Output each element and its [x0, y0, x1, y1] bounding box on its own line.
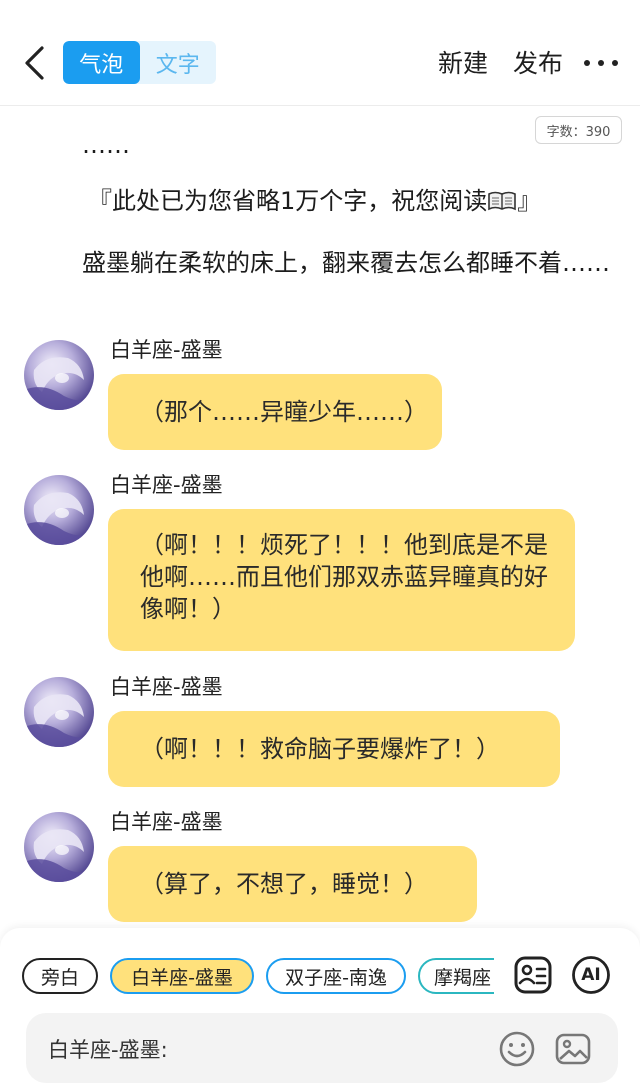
chat-message[interactable]: 白羊座-盛墨 （啊！！！救命脑子要爆炸了！） [24, 675, 616, 789]
chat-message[interactable]: 白羊座-盛墨 （那个……异瞳少年……） [24, 338, 616, 452]
publish-button[interactable]: 发布 [513, 44, 563, 80]
message-bubble[interactable]: （那个……异瞳少年……） [108, 374, 442, 450]
message-bubble[interactable]: （啊！！！烦死了！！！他到底是不是他啊……而且他们那双赤蓝异瞳真的好像啊！） [108, 509, 575, 651]
character-chip-nanyi[interactable]: 双子座-南逸 [266, 958, 406, 994]
word-count-badge: 字数：390 [535, 116, 622, 144]
ai-label: AI [581, 965, 601, 985]
character-chip-capricorn[interactable]: 摩羯座 [418, 958, 494, 994]
speaker-name: 白羊座-盛墨 [110, 810, 223, 834]
more-horizontal-icon [584, 60, 590, 66]
speaker-name: 白羊座-盛墨 [110, 473, 223, 497]
more-dot [612, 60, 618, 66]
tab-text[interactable]: 文字 [140, 41, 217, 84]
open-book-icon [487, 187, 517, 211]
avatar[interactable] [24, 475, 94, 545]
more-button[interactable] [584, 50, 618, 76]
tab-bubble[interactable]: 气泡 [63, 41, 140, 84]
message-bubble[interactable]: （算了，不想了，睡觉！） [108, 846, 477, 922]
mode-toggle: 气泡 文字 [63, 41, 216, 84]
omitted-close: 』 [517, 187, 542, 215]
character-selector: 旁白 白羊座-盛墨 双子座-南逸 摩羯座 [22, 958, 494, 996]
top-bar: 气泡 文字 新建 发布 [0, 0, 640, 106]
avatar[interactable] [24, 812, 94, 882]
contact-card-icon [514, 956, 552, 994]
speaker-name: 白羊座-盛墨 [110, 675, 223, 699]
chat-message[interactable]: 白羊座-盛墨 （啊！！！烦死了！！！他到底是不是他啊……而且他们那双赤蓝异瞳真的… [24, 473, 616, 653]
new-button[interactable]: 新建 [438, 44, 488, 80]
avatar[interactable] [24, 340, 94, 410]
narration-paragraph[interactable]: 盛墨躺在柔软的床上，翻来覆去怎么都睡不着…… [24, 246, 616, 280]
character-manage-button[interactable] [513, 955, 553, 995]
back-button[interactable] [14, 42, 54, 84]
image-icon [555, 1033, 591, 1065]
emoji-button[interactable] [498, 1030, 536, 1068]
speaker-name: 白羊座-盛墨 [110, 338, 223, 362]
message-bubble[interactable]: （啊！！！救命脑子要爆炸了！） [108, 711, 560, 787]
chevron-left-icon [25, 46, 44, 80]
input-speaker-label: 白羊座-盛墨: [48, 1038, 168, 1062]
omitted-text: 『此处已为您省略1万个字，祝您阅读 [88, 187, 488, 215]
character-chip-shengmo[interactable]: 白羊座-盛墨 [110, 958, 254, 994]
smiley-icon [499, 1031, 535, 1067]
more-dot [598, 60, 604, 66]
narration-omitted: 『此处已为您省略1万个字，祝您阅读 』 [88, 184, 628, 218]
message-input[interactable]: 白羊座-盛墨: [26, 1013, 618, 1083]
chat-message[interactable]: 白羊座-盛墨 （算了，不想了，睡觉！） [24, 810, 616, 924]
avatar[interactable] [24, 677, 94, 747]
character-chip-narrator[interactable]: 旁白 [22, 958, 98, 994]
narration-ellipsis: …… [82, 131, 130, 159]
ai-button[interactable]: AI [571, 955, 611, 995]
image-button[interactable] [554, 1030, 592, 1068]
